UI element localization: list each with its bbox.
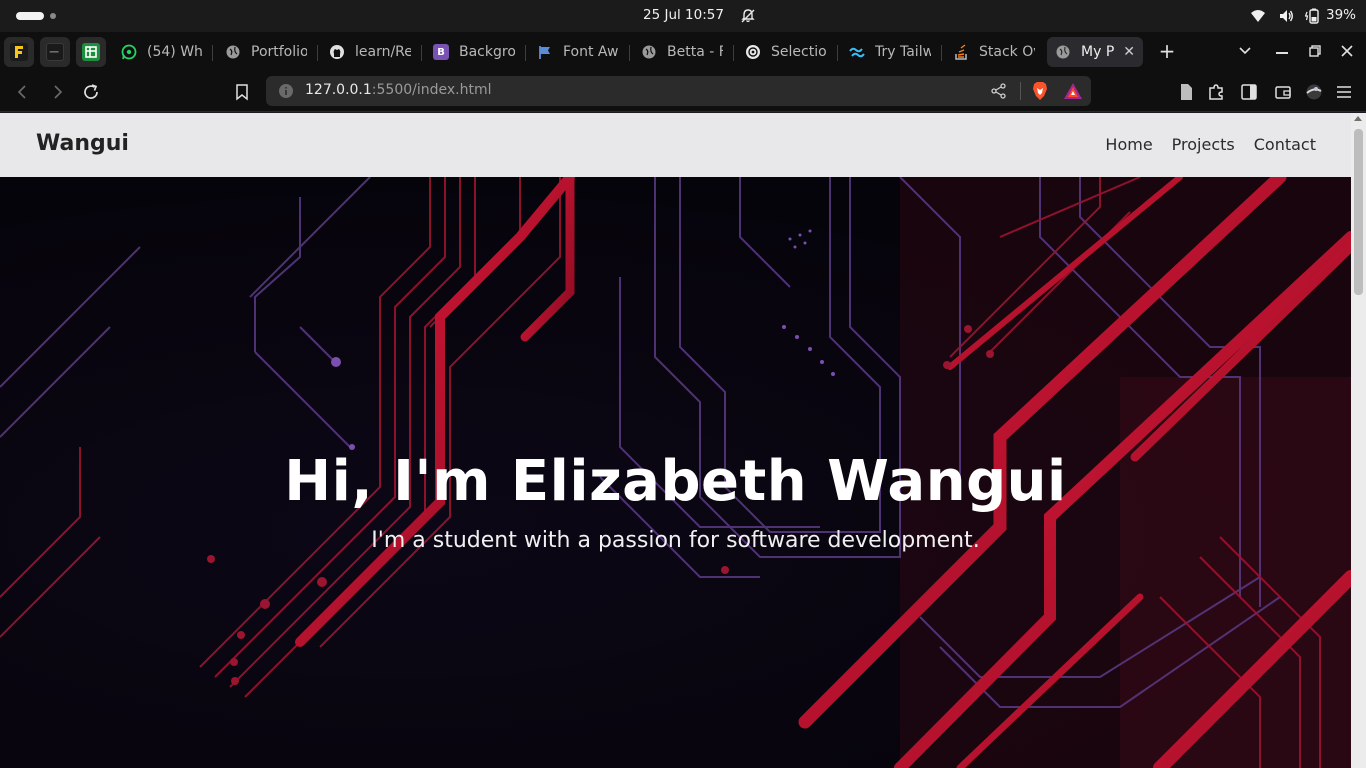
- hero-subtitle: I'm a student with a passion for softwar…: [371, 528, 980, 553]
- workspace-dot[interactable]: [50, 13, 56, 19]
- scroll-up-arrow-icon[interactable]: [1354, 116, 1362, 121]
- tab-tailwind[interactable]: Try Tailw: [841, 37, 939, 67]
- tab-title: (54) Wha: [147, 44, 203, 60]
- tab-betta[interactable]: Betta - F: [633, 37, 731, 67]
- reader-mode-icon[interactable]: [1177, 83, 1195, 101]
- tab-title: Betta - F: [667, 44, 723, 60]
- pinned-tab-sheets[interactable]: [76, 37, 106, 67]
- notifications-muted-icon: [741, 9, 755, 23]
- bootstrap-icon: B: [433, 44, 449, 60]
- wifi-icon[interactable]: [1250, 8, 1266, 24]
- site-navbar: Wangui Home Projects Contact: [0, 113, 1351, 177]
- tab-github[interactable]: learn/Re: [321, 37, 419, 67]
- web-page: Wangui Home Projects Contact Hi, I'm Eli…: [0, 113, 1351, 768]
- tab-bootstrap[interactable]: B Backgrou: [425, 37, 523, 67]
- nav-link-projects[interactable]: Projects: [1172, 135, 1235, 154]
- nav-link-contact[interactable]: Contact: [1254, 135, 1316, 154]
- minimize-window-button[interactable]: [1276, 52, 1288, 54]
- terminal-icon: [46, 43, 64, 61]
- nav-links: Home Projects Contact: [1105, 135, 1316, 154]
- sidebar-icon[interactable]: [1240, 83, 1258, 101]
- wallet-icon[interactable]: [1274, 83, 1292, 101]
- close-window-button[interactable]: [1340, 44, 1354, 58]
- battery-percentage: 39%: [1326, 7, 1357, 23]
- tab-separator: [317, 45, 318, 61]
- pinned-tab-terminal[interactable]: [40, 37, 70, 67]
- tab-separator: [629, 45, 630, 61]
- freecodecamp-icon: [10, 43, 28, 61]
- flag-icon: [537, 44, 553, 60]
- tab-title: Try Tailw: [875, 44, 931, 60]
- url-host: 127.0.0.1: [305, 82, 372, 98]
- back-icon[interactable]: [14, 83, 32, 101]
- tab-separator: [212, 45, 213, 61]
- reload-icon[interactable]: [82, 83, 100, 101]
- url-path: :5500/index.html: [371, 82, 492, 98]
- menu-icon[interactable]: [1335, 83, 1353, 101]
- address-bar-divider: [1020, 82, 1021, 100]
- tab-portfolio[interactable]: Portfolio: [217, 37, 315, 67]
- new-tab-button[interactable]: +: [1157, 40, 1177, 64]
- tab-separator: [837, 45, 838, 61]
- google-sheets-icon: [82, 43, 100, 61]
- page-scrollbar[interactable]: [1351, 113, 1366, 768]
- globe-icon: [225, 44, 241, 60]
- chevron-down-icon[interactable]: [1238, 44, 1252, 58]
- hero-title: Hi, I'm Elizabeth Wangui: [284, 449, 1067, 514]
- close-tab-icon[interactable]: ✕: [1123, 44, 1135, 60]
- os-clock[interactable]: 25 Jul 10:57: [643, 7, 724, 23]
- tab-title: My P: [1081, 44, 1115, 60]
- browser-toolbar: 127.0.0.1:5500/index.html: [0, 72, 1366, 112]
- scrollbar-thumb[interactable]: [1354, 129, 1363, 295]
- address-bar[interactable]: 127.0.0.1:5500/index.html: [266, 76, 1091, 106]
- site-info-icon[interactable]: [278, 83, 294, 99]
- tab-separator: [733, 45, 734, 61]
- globe-icon: [641, 44, 657, 60]
- tab-separator: [941, 45, 942, 61]
- url-text[interactable]: 127.0.0.1:5500/index.html: [305, 82, 492, 98]
- nav-link-home[interactable]: Home: [1105, 135, 1152, 154]
- extensions-icon[interactable]: [1207, 83, 1225, 101]
- globe-icon: [1055, 44, 1071, 60]
- tab-title: Selectior: [771, 44, 827, 60]
- openai-icon: [745, 44, 761, 60]
- whatsapp-icon: [121, 44, 137, 60]
- github-icon: [329, 44, 345, 60]
- stackoverflow-icon: [953, 44, 969, 60]
- os-top-bar: 25 Jul 10:57 39%: [0, 0, 1366, 32]
- brave-rewards-icon[interactable]: [1063, 82, 1083, 100]
- volume-icon[interactable]: [1278, 8, 1294, 24]
- brave-shields-icon[interactable]: [1030, 81, 1050, 101]
- tab-font-awesome[interactable]: Font Aw: [529, 37, 627, 67]
- tailwind-icon: [849, 44, 865, 60]
- tab-chatgpt[interactable]: Selectior: [737, 37, 835, 67]
- tab-title: Portfolio: [251, 44, 307, 60]
- forward-icon[interactable]: [48, 83, 66, 101]
- tab-separator: [421, 45, 422, 61]
- tab-stack-overflow[interactable]: Stack Ov: [945, 37, 1043, 67]
- tab-separator: [525, 45, 526, 61]
- bookmark-icon[interactable]: [233, 83, 251, 101]
- workspace-indicator[interactable]: [16, 12, 44, 20]
- battery-charging-icon[interactable]: [1305, 8, 1323, 24]
- profile-icon[interactable]: [1305, 83, 1323, 101]
- hero-section: Hi, I'm Elizabeth Wangui I'm a student w…: [0, 177, 1351, 768]
- maximize-window-button[interactable]: [1309, 45, 1321, 57]
- tab-whatsapp[interactable]: (54) Wha: [113, 37, 211, 67]
- share-icon[interactable]: [990, 82, 1008, 100]
- pinned-tab-freecodecamp[interactable]: [4, 37, 34, 67]
- tab-title: Stack Ov: [979, 44, 1035, 60]
- tab-title: Font Aw: [563, 44, 619, 60]
- tab-my-portfolio[interactable]: My P ✕: [1047, 37, 1143, 67]
- site-brand[interactable]: Wangui: [36, 131, 129, 156]
- tab-title: Backgrou: [459, 44, 515, 60]
- tab-title: learn/Re: [355, 44, 411, 60]
